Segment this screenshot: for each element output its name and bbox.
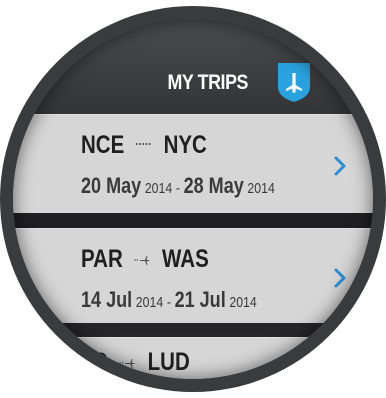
watch-screen: MY TRIPS NCE NYC 20 May 2014 - 28 May 20… [13,19,373,379]
start-year: 2014 [144,180,173,197]
start-day-month: 14 Jul [81,287,133,312]
trip-card-partial[interactable]: LD LUD [13,337,373,379]
date-separator: - [175,180,180,197]
start-year: 2014 [135,294,164,311]
trip-destination: LUD [147,348,190,376]
end-year: 2014 [247,180,275,197]
trip-card-par-was[interactable]: PAR WAS 14 Jul 2014 - 21 Jul 2014 [13,228,373,323]
trip-origin: LD [81,348,109,376]
trip-destination: NYC [163,131,207,159]
page-title: MY TRIPS [167,71,249,94]
small-airplane-icon [134,256,150,266]
chevron-right-icon[interactable] [333,267,347,289]
start-day-month: 20 May [81,173,142,198]
chevron-right-icon[interactable] [333,155,347,177]
trip-dates: 14 Jul 2014 - 21 Jul 2014 [81,287,257,313]
trip-route: NCE NYC [81,131,207,160]
trip-route: PAR WAS [81,245,209,274]
watch-bezel: MY TRIPS NCE NYC 20 May 2014 - 28 May 20… [0,6,386,392]
end-year: 2014 [229,294,257,311]
end-day-month: 21 Jul [174,287,226,312]
trip-origin: NCE [81,131,125,159]
trip-destination: WAS [162,245,209,273]
airplane-icon[interactable] [275,61,313,103]
small-airplane-icon [119,359,135,369]
end-day-month: 28 May [183,173,244,198]
watch-stage: MY TRIPS NCE NYC 20 May 2014 - 28 May 20… [0,0,386,398]
trip-dates: 20 May 2014 - 28 May 2014 [81,173,275,199]
date-separator: - [166,294,171,311]
trip-origin: PAR [81,245,123,273]
dotted-line-icon [135,143,153,146]
trip-route: LD LUD [81,348,190,377]
trip-card-nce-nyc[interactable]: NCE NYC 20 May 2014 - 28 May 2014 [13,114,373,213]
